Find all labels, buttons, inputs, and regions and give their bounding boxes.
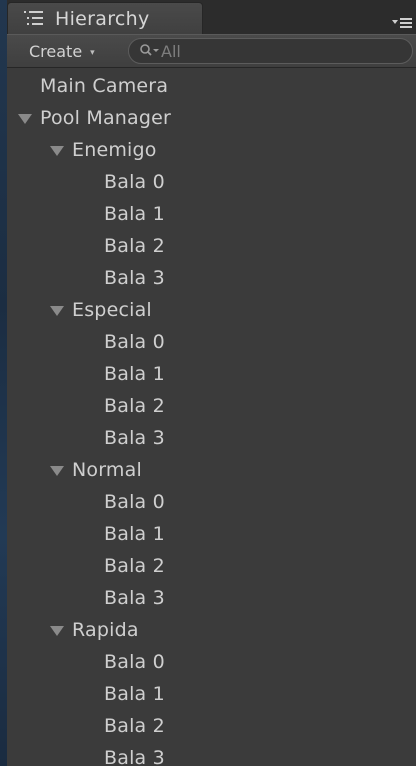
tree-item[interactable]: Bala 2 — [7, 230, 416, 262]
tree-item[interactable]: Main Camera — [7, 70, 416, 102]
tree-item-label: Bala 0 — [104, 171, 165, 193]
tree-item-label: Bala 1 — [104, 683, 165, 705]
search-input[interactable]: All — [128, 38, 413, 64]
tree-item[interactable]: Bala 0 — [7, 326, 416, 358]
tree-item[interactable]: Bala 3 — [7, 262, 416, 294]
tree-item[interactable]: Bala 2 — [7, 550, 416, 582]
tree-item-group[interactable]: Rapida — [7, 614, 416, 646]
tree-item-label: Bala 2 — [104, 715, 165, 737]
tree-item-label: Bala 2 — [104, 395, 165, 417]
hierarchy-list-icon — [24, 11, 43, 25]
tree-item[interactable]: Bala 1 — [7, 358, 416, 390]
tree-item[interactable]: Bala 3 — [7, 422, 416, 454]
fold-triangle-icon[interactable] — [49, 465, 65, 477]
tab-bar: Hierarchy — [7, 0, 416, 34]
tree-item[interactable]: Bala 0 — [7, 166, 416, 198]
tree-item-label: Bala 1 — [104, 363, 165, 385]
create-dropdown-button[interactable]: Create ▾ — [15, 38, 103, 64]
tree-item[interactable]: Bala 0 — [7, 646, 416, 678]
hierarchy-toolbar: Create ▾ All — [7, 34, 416, 68]
hierarchy-tree: Main Camera Pool Manager Enemigo Bala 0 Bala… — [7, 68, 416, 766]
tree-item-label: Especial — [72, 299, 152, 321]
tree-item-label: Bala 3 — [104, 267, 165, 289]
tree-item[interactable]: Bala 1 — [7, 198, 416, 230]
hierarchy-panel: Hierarchy Create ▾ All Main Camera Pool M… — [7, 0, 416, 766]
tree-item-label: Normal — [72, 459, 142, 481]
tree-item[interactable]: Bala 2 — [7, 710, 416, 742]
tree-item[interactable]: Bala 1 — [7, 518, 416, 550]
tree-item-group[interactable]: Normal — [7, 454, 416, 486]
tree-item-label: Bala 1 — [104, 203, 165, 225]
fold-triangle-icon[interactable] — [49, 305, 65, 317]
tree-item-label: Bala 3 — [104, 747, 165, 766]
tree-item[interactable]: Bala 3 — [7, 742, 416, 766]
fold-triangle-icon[interactable] — [49, 625, 65, 637]
tree-item-label: Rapida — [72, 619, 139, 641]
tree-item-label: Bala 0 — [104, 331, 165, 353]
tree-item[interactable]: Bala 2 — [7, 390, 416, 422]
tree-item-label: Bala 3 — [104, 427, 165, 449]
tree-item-label: Bala 2 — [104, 235, 165, 257]
fold-triangle-icon[interactable] — [49, 145, 65, 157]
tree-item[interactable]: Bala 1 — [7, 678, 416, 710]
tree-item-group[interactable]: Especial — [7, 294, 416, 326]
tree-item-label: Bala 0 — [104, 651, 165, 673]
tree-item-label: Bala 3 — [104, 587, 165, 609]
panel-menu-icon[interactable] — [390, 14, 414, 32]
tree-item-label: Pool Manager — [40, 107, 172, 129]
fold-triangle-icon[interactable] — [17, 113, 33, 125]
search-placeholder: All — [161, 41, 181, 61]
tree-item-label: Bala 1 — [104, 523, 165, 545]
tree-item-label: Bala 0 — [104, 491, 165, 513]
tree-item-group[interactable]: Enemigo — [7, 134, 416, 166]
tab-title: Hierarchy — [55, 8, 150, 30]
chevron-down-icon: ▾ — [90, 47, 95, 58]
search-icon[interactable] — [139, 43, 161, 59]
tree-item-label: Bala 2 — [104, 555, 165, 577]
tree-item-group[interactable]: Pool Manager — [7, 102, 416, 134]
tree-item-label: Main Camera — [40, 75, 169, 97]
create-label: Create — [29, 41, 83, 61]
tree-item-label: Enemigo — [72, 139, 157, 161]
tree-item[interactable]: Bala 3 — [7, 582, 416, 614]
tree-item[interactable]: Bala 0 — [7, 486, 416, 518]
tab-hierarchy[interactable]: Hierarchy — [7, 2, 203, 34]
